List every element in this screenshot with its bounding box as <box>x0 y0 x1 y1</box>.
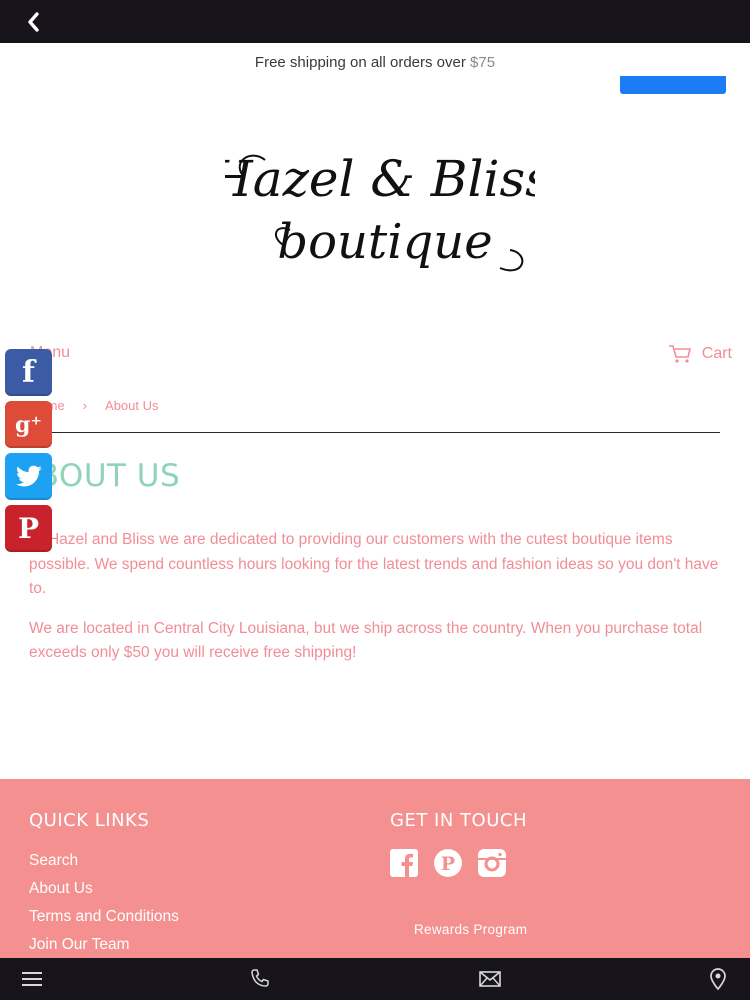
pinterest-icon[interactable]: P <box>434 849 462 877</box>
social-share-rail: f g⁺ P <box>5 349 53 557</box>
top-app-bar <box>0 0 750 43</box>
cart-label: Cart <box>701 345 732 362</box>
section-divider <box>30 432 720 433</box>
breadcrumb-separator: › <box>82 398 88 413</box>
rewards-program-link[interactable]: Rewards Program <box>414 922 527 937</box>
google-plus-icon: g⁺ <box>15 411 42 438</box>
twitter-share-button[interactable] <box>5 453 52 500</box>
facebook-share-button[interactable]: f <box>5 349 52 396</box>
phone-icon[interactable] <box>248 967 272 991</box>
cart-icon <box>668 345 691 363</box>
messenger-button[interactable] <box>620 76 726 94</box>
bottom-app-bar <box>0 958 750 1000</box>
quick-links-heading: QUICK LINKS <box>29 810 150 831</box>
get-in-touch-heading: GET IN TOUCH <box>390 810 527 831</box>
logo-line-2: boutique <box>277 214 492 270</box>
footer-link-search[interactable]: Search <box>29 847 179 875</box>
logo-line-1: Hazel & Bliss <box>225 150 535 208</box>
footer-link-join-team[interactable]: Join Our Team <box>29 931 179 959</box>
footer-social-icons: P <box>390 849 506 877</box>
site-footer: QUICK LINKS Search About Us Terms and Co… <box>0 779 750 958</box>
pinterest-share-button[interactable]: P <box>5 505 52 552</box>
facebook-icon: f <box>22 355 35 390</box>
about-paragraph: At Hazel and Bliss we are dedicated to p… <box>29 531 719 597</box>
instagram-icon[interactable] <box>478 849 506 877</box>
footer-link-about-us[interactable]: About Us <box>29 875 179 903</box>
quick-links-list: Search About Us Terms and Conditions Joi… <box>29 847 179 959</box>
google-plus-share-button[interactable]: g⁺ <box>5 401 52 448</box>
location-icon[interactable] <box>706 967 730 991</box>
breadcrumb-current: About Us <box>105 398 159 413</box>
pinterest-icon: P <box>17 512 40 545</box>
svg-text:P: P <box>441 853 455 875</box>
mail-icon[interactable] <box>478 967 502 991</box>
free-shipping-amount: $75 <box>470 54 496 71</box>
cart-link[interactable]: Cart <box>668 344 732 364</box>
brand-logo[interactable]: Hazel & Bliss boutique <box>225 118 535 288</box>
back-arrow-icon[interactable] <box>22 10 46 34</box>
menu-icon[interactable] <box>20 967 44 991</box>
about-content: At Hazel and Bliss we are dedicated to p… <box>29 528 719 681</box>
footer-link-terms[interactable]: Terms and Conditions <box>29 903 179 931</box>
facebook-icon[interactable] <box>390 849 418 877</box>
announcement-text: Free shipping on all orders over <box>254 54 471 71</box>
about-paragraph: We are located in Central City Louisiana… <box>29 619 703 662</box>
twitter-icon <box>15 465 42 486</box>
